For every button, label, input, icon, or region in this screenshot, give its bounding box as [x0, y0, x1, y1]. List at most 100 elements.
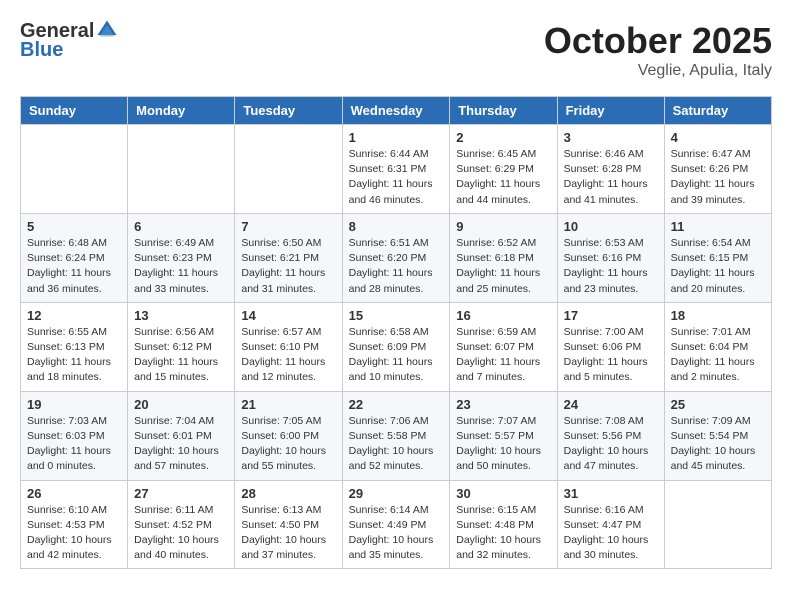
- calendar-cell: 14Sunrise: 6:57 AM Sunset: 6:10 PM Dayli…: [235, 302, 342, 391]
- calendar-cell: 17 Sunrise: 7:00 AM Sunset: 6:06 PM Dayli…: [557, 302, 664, 391]
- day-info: Sunrise: 6:53 AM Sunset: 6:16 PM Dayligh…: [564, 236, 658, 297]
- day-info: Sunrise: 6:59 AM Sunset: 6:07 PM Dayligh…: [456, 325, 550, 386]
- day-info: Sunrise: 7:05 AM Sunset: 6:00 PM Dayligh…: [241, 414, 335, 475]
- calendar-cell: 5Sunrise: 6:48 AM Sunset: 6:24 PM Daylig…: [21, 213, 128, 302]
- weekday-header-wednesday: Wednesday: [342, 97, 450, 125]
- day-info: Sunrise: 6:50 AM Sunset: 6:21 PM Dayligh…: [241, 236, 335, 297]
- day-number: 12: [27, 308, 121, 323]
- day-info: Sunrise: 7:09 AM Sunset: 5:54 PM Dayligh…: [671, 414, 765, 475]
- calendar-week-5: 26 Sunrise: 6:10 AM Sunset: 4:53 PM Dayli…: [21, 480, 772, 569]
- day-info: Sunrise: 7:03 AM Sunset: 6:03 PM Dayligh…: [27, 414, 121, 475]
- day-number: 7: [241, 219, 335, 234]
- day-info: Sunrise: 6:15 AM Sunset: 4:48 PM Dayligh…: [456, 503, 550, 564]
- day-number: 21: [241, 397, 335, 412]
- day-number: 3: [564, 130, 658, 145]
- day-number: 20: [134, 397, 228, 412]
- day-number: 14: [241, 308, 335, 323]
- day-number: 17: [564, 308, 658, 323]
- day-info: Sunrise: 6:14 AM Sunset: 4:49 PM Dayligh…: [349, 503, 444, 564]
- day-info: Sunrise: 6:13 AM Sunset: 4:50 PM Dayligh…: [241, 503, 335, 564]
- day-number: 23: [456, 397, 550, 412]
- day-number: 10: [564, 219, 658, 234]
- calendar-cell: 3 Sunrise: 6:46 AM Sunset: 6:28 PM Daylig…: [557, 125, 664, 214]
- day-number: 26: [27, 486, 121, 501]
- day-info: Sunrise: 7:06 AM Sunset: 5:58 PM Dayligh…: [349, 414, 444, 475]
- day-number: 30: [456, 486, 550, 501]
- day-info: Sunrise: 6:58 AM Sunset: 6:09 PM Dayligh…: [349, 325, 444, 386]
- day-number: 6: [134, 219, 228, 234]
- calendar-cell: 27 Sunrise: 6:11 AM Sunset: 4:52 PM Dayli…: [128, 480, 235, 569]
- day-info: Sunrise: 6:11 AM Sunset: 4:52 PM Dayligh…: [134, 503, 228, 564]
- weekday-header-sunday: Sunday: [21, 97, 128, 125]
- calendar-cell: 12 Sunrise: 6:55 AM Sunset: 6:13 PM Dayli…: [21, 302, 128, 391]
- calendar-cell: 24 Sunrise: 7:08 AM Sunset: 5:56 PM Dayli…: [557, 391, 664, 480]
- calendar-cell: 31 Sunrise: 6:16 AM Sunset: 4:47 PM Dayli…: [557, 480, 664, 569]
- day-info: Sunrise: 6:55 AM Sunset: 6:13 PM Dayligh…: [27, 325, 121, 386]
- calendar-cell: 4Sunrise: 6:47 AM Sunset: 6:26 PM Daylig…: [664, 125, 771, 214]
- calendar-cell: 7 Sunrise: 6:50 AM Sunset: 6:21 PM Daylig…: [235, 213, 342, 302]
- calendar-cell: 10 Sunrise: 6:53 AM Sunset: 6:16 PM Dayli…: [557, 213, 664, 302]
- day-info: Sunrise: 7:00 AM Sunset: 6:06 PM Dayligh…: [564, 325, 658, 386]
- calendar-cell: 25Sunrise: 7:09 AM Sunset: 5:54 PM Dayli…: [664, 391, 771, 480]
- day-info: Sunrise: 7:04 AM Sunset: 6:01 PM Dayligh…: [134, 414, 228, 475]
- logo: General Blue: [20, 20, 118, 62]
- calendar-cell: 29 Sunrise: 6:14 AM Sunset: 4:49 PM Dayli…: [342, 480, 450, 569]
- month-title: October 2025: [544, 20, 772, 62]
- weekday-header-monday: Monday: [128, 97, 235, 125]
- day-number: 29: [349, 486, 444, 501]
- logo-icon: [96, 19, 118, 41]
- calendar-cell: 19Sunrise: 7:03 AM Sunset: 6:03 PM Dayli…: [21, 391, 128, 480]
- logo-blue-text: Blue: [20, 39, 63, 62]
- calendar-cell: 22Sunrise: 7:06 AM Sunset: 5:58 PM Dayli…: [342, 391, 450, 480]
- day-number: 1: [349, 130, 444, 145]
- calendar-cell: [235, 125, 342, 214]
- day-number: 27: [134, 486, 228, 501]
- day-info: Sunrise: 6:46 AM Sunset: 6:28 PM Dayligh…: [564, 147, 658, 208]
- weekday-header-tuesday: Tuesday: [235, 97, 342, 125]
- day-number: 2: [456, 130, 550, 145]
- calendar-cell: 2 Sunrise: 6:45 AM Sunset: 6:29 PM Daylig…: [450, 125, 557, 214]
- calendar-cell: 8Sunrise: 6:51 AM Sunset: 6:20 PM Daylig…: [342, 213, 450, 302]
- calendar-cell: 13Sunrise: 6:56 AM Sunset: 6:12 PM Dayli…: [128, 302, 235, 391]
- day-info: Sunrise: 6:45 AM Sunset: 6:29 PM Dayligh…: [456, 147, 550, 208]
- day-info: Sunrise: 6:16 AM Sunset: 4:47 PM Dayligh…: [564, 503, 658, 564]
- calendar-cell: 11 Sunrise: 6:54 AM Sunset: 6:15 PM Dayli…: [664, 213, 771, 302]
- calendar-cell: [21, 125, 128, 214]
- calendar-table: SundayMondayTuesdayWednesdayThursdayFrid…: [20, 96, 772, 569]
- calendar-cell: [664, 480, 771, 569]
- calendar-week-4: 19Sunrise: 7:03 AM Sunset: 6:03 PM Dayli…: [21, 391, 772, 480]
- calendar-cell: 6 Sunrise: 6:49 AM Sunset: 6:23 PM Daylig…: [128, 213, 235, 302]
- weekday-header-row: SundayMondayTuesdayWednesdayThursdayFrid…: [21, 97, 772, 125]
- calendar-cell: 26 Sunrise: 6:10 AM Sunset: 4:53 PM Dayli…: [21, 480, 128, 569]
- day-number: 11: [671, 219, 765, 234]
- calendar-week-3: 12 Sunrise: 6:55 AM Sunset: 6:13 PM Dayli…: [21, 302, 772, 391]
- calendar-cell: 28 Sunrise: 6:13 AM Sunset: 4:50 PM Dayli…: [235, 480, 342, 569]
- day-number: 13: [134, 308, 228, 323]
- day-info: Sunrise: 6:54 AM Sunset: 6:15 PM Dayligh…: [671, 236, 765, 297]
- day-info: Sunrise: 7:07 AM Sunset: 5:57 PM Dayligh…: [456, 414, 550, 475]
- page-header: General Blue October 2025 Veglie, Apulia…: [20, 20, 772, 80]
- calendar-cell: 16 Sunrise: 6:59 AM Sunset: 6:07 PM Dayli…: [450, 302, 557, 391]
- calendar-cell: 1 Sunrise: 6:44 AM Sunset: 6:31 PM Daylig…: [342, 125, 450, 214]
- calendar-week-2: 5Sunrise: 6:48 AM Sunset: 6:24 PM Daylig…: [21, 213, 772, 302]
- day-info: Sunrise: 6:10 AM Sunset: 4:53 PM Dayligh…: [27, 503, 121, 564]
- day-number: 28: [241, 486, 335, 501]
- day-number: 15: [349, 308, 444, 323]
- calendar-week-1: 1 Sunrise: 6:44 AM Sunset: 6:31 PM Daylig…: [21, 125, 772, 214]
- weekday-header-saturday: Saturday: [664, 97, 771, 125]
- calendar-cell: 30 Sunrise: 6:15 AM Sunset: 4:48 PM Dayli…: [450, 480, 557, 569]
- day-info: Sunrise: 6:47 AM Sunset: 6:26 PM Dayligh…: [671, 147, 765, 208]
- weekday-header-thursday: Thursday: [450, 97, 557, 125]
- day-info: Sunrise: 6:52 AM Sunset: 6:18 PM Dayligh…: [456, 236, 550, 297]
- calendar-cell: [128, 125, 235, 214]
- day-info: Sunrise: 6:44 AM Sunset: 6:31 PM Dayligh…: [349, 147, 444, 208]
- calendar-cell: 20 Sunrise: 7:04 AM Sunset: 6:01 PM Dayli…: [128, 391, 235, 480]
- day-number: 31: [564, 486, 658, 501]
- day-info: Sunrise: 6:49 AM Sunset: 6:23 PM Dayligh…: [134, 236, 228, 297]
- day-number: 24: [564, 397, 658, 412]
- day-info: Sunrise: 7:08 AM Sunset: 5:56 PM Dayligh…: [564, 414, 658, 475]
- day-number: 9: [456, 219, 550, 234]
- day-number: 16: [456, 308, 550, 323]
- calendar-cell: 18Sunrise: 7:01 AM Sunset: 6:04 PM Dayli…: [664, 302, 771, 391]
- day-info: Sunrise: 6:48 AM Sunset: 6:24 PM Dayligh…: [27, 236, 121, 297]
